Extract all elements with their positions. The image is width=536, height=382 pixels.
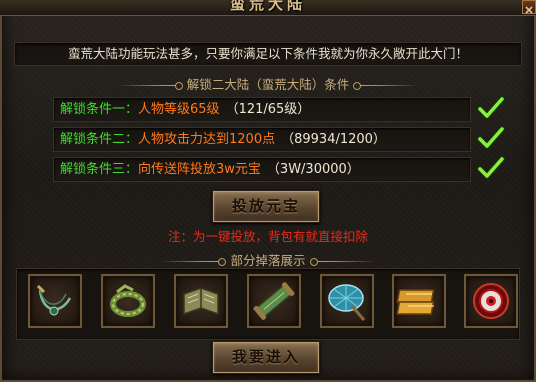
title-bar: 蛮荒大陆 — [0, 0, 536, 16]
necklace-icon — [36, 284, 72, 316]
invest-ingot-button[interactable]: 投放元宝 — [212, 190, 320, 223]
window-title: 蛮荒大陆 — [229, 0, 306, 13]
item-slot-necklace[interactable] — [28, 274, 82, 328]
condition-label: 解锁条件二： — [60, 132, 139, 147]
red-eye-orb-icon — [473, 283, 509, 319]
gold-ingot-icon — [396, 289, 435, 315]
ornament-right — [353, 82, 420, 90]
item-slot-red-eye-orb[interactable] — [464, 274, 518, 328]
unlock-header: 解锁二大陆（蛮荒大陆）条件 — [0, 76, 536, 94]
ornament-right — [309, 258, 376, 266]
condition-progress: （3W/30000） — [266, 162, 360, 177]
ornament-left — [160, 258, 227, 266]
intro-text: 蛮荒大陆功能玩法甚多，只要你满足以下条件我就为你永久敞开此大门！ — [14, 42, 522, 66]
item-slot-umbrella[interactable] — [320, 274, 374, 328]
condition-row-1: 解锁条件一：人物等级65级 （121/65级） — [53, 97, 471, 122]
item-slot-scroll[interactable] — [247, 274, 301, 328]
item-slot-book[interactable] — [174, 274, 228, 328]
item-slot-gold-ingot[interactable] — [392, 274, 446, 328]
unlock-header-label: 解锁二大陆（蛮荒大陆）条件 — [186, 77, 350, 92]
checkmark-icon — [477, 156, 505, 180]
condition-label: 解锁条件一： — [60, 102, 139, 117]
checkmark-icon — [477, 126, 505, 150]
invest-note: 注：为一键投放，背包有就直接扣除 — [167, 229, 368, 244]
condition-requirement: 向传送阵投放3w元宝 — [138, 162, 261, 177]
close-icon[interactable] — [522, 0, 536, 14]
condition-row-3: 解锁条件三：向传送阵投放3w元宝 （3W/30000） — [53, 157, 471, 182]
ornament-left — [116, 82, 183, 90]
drops-header-label: 部分掉落展示 — [230, 253, 306, 268]
scroll-icon — [253, 282, 295, 320]
condition-progress: （89934/1200） — [281, 132, 386, 147]
enter-button[interactable]: 我要进入 — [212, 341, 320, 374]
condition-row-2: 解锁条件二：人物攻击力达到1200点 （89934/1200） — [53, 127, 471, 152]
item-slot-bracelet[interactable] — [101, 274, 155, 328]
bracelet-icon — [110, 284, 146, 317]
condition-progress: （121/65级） — [225, 102, 311, 117]
book-icon — [183, 287, 219, 316]
condition-requirement: 人物攻击力达到1200点 — [138, 132, 276, 147]
condition-requirement: 人物等级65级 — [138, 102, 220, 117]
condition-label: 解锁条件三： — [60, 162, 139, 177]
checkmark-icon — [477, 96, 505, 120]
umbrella-icon — [328, 284, 366, 321]
